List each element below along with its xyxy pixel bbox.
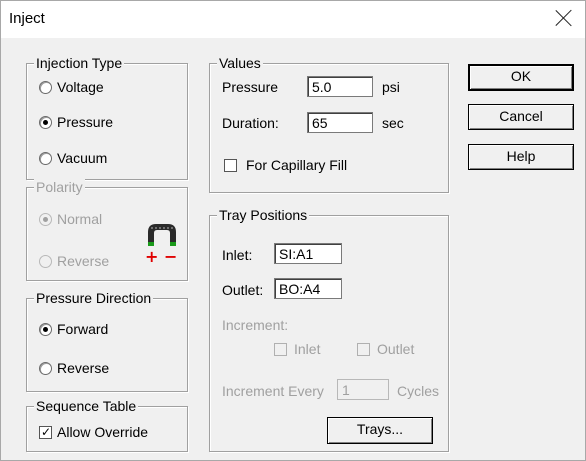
pressure-unit: psi xyxy=(382,79,400,95)
radio-forward-label: Forward xyxy=(57,321,109,337)
duration-unit: sec xyxy=(382,115,404,131)
duration-label: Duration: xyxy=(222,115,279,131)
radio-voltage-label: Voltage xyxy=(57,79,104,95)
polarity-group: Polarity Normal Reverse + − xyxy=(26,178,188,281)
pressure-input[interactable]: 5.0 xyxy=(307,76,373,97)
radio-selected-dot xyxy=(43,217,48,222)
increment-outlet-label: Outlet xyxy=(377,341,415,357)
radio-selected-dot xyxy=(43,120,48,125)
outlet-label: Outlet: xyxy=(222,282,264,298)
increment-label: Increment: xyxy=(222,317,289,333)
polarity-legend: Polarity xyxy=(34,178,85,196)
radio-polarity-reverse-label: Reverse xyxy=(57,253,110,269)
inject-dialog: Inject Injection Type Voltage Pressure V… xyxy=(0,0,586,461)
trays-button[interactable]: Trays... xyxy=(327,417,433,444)
radio-vacuum-circle[interactable] xyxy=(39,152,52,165)
sequence-table-group: Sequence Table ✓ Allow Override xyxy=(26,397,188,452)
radio-pressure-circle[interactable] xyxy=(39,116,52,129)
increment-outlet-box[interactable] xyxy=(357,343,370,356)
pressure-label: Pressure xyxy=(222,79,279,95)
cycles-label: Cycles xyxy=(397,383,440,399)
tray-positions-legend: Tray Positions xyxy=(217,206,310,224)
close-icon[interactable] xyxy=(553,7,575,29)
radio-polarity-reverse-circle[interactable] xyxy=(39,255,52,268)
inlet-label: Inlet: xyxy=(222,247,253,263)
inlet-input[interactable]: SI:A1 xyxy=(274,243,342,264)
ok-button[interactable]: OK xyxy=(468,64,574,91)
title-bar: Inject xyxy=(1,1,585,38)
tray-positions-group: Tray Positions Inlet: SI:A1 Outlet: BO:A… xyxy=(209,206,449,452)
dialog-title: Inject xyxy=(9,10,45,27)
sequence-table-legend: Sequence Table xyxy=(34,397,139,415)
allow-override-label: Allow Override xyxy=(57,424,149,440)
radio-voltage-circle[interactable] xyxy=(39,81,52,94)
increment-inlet-label: Inlet xyxy=(294,341,321,357)
radio-vacuum-label: Vacuum xyxy=(57,150,108,166)
radio-direction-reverse-circle[interactable] xyxy=(39,362,52,375)
radio-normal-label: Normal xyxy=(57,211,103,227)
increment-every-label: Increment Every xyxy=(222,383,324,399)
values-legend: Values xyxy=(217,54,263,72)
radio-pressure-label: Pressure xyxy=(57,114,114,130)
injection-type-group: Injection Type Voltage Pressure Vacuum xyxy=(26,54,188,180)
duration-input[interactable]: 65 xyxy=(307,112,373,133)
increment-every-input[interactable]: 1 xyxy=(337,379,389,400)
radio-selected-dot xyxy=(43,327,48,332)
pressure-direction-legend: Pressure Direction xyxy=(34,289,154,307)
outlet-input[interactable]: BO:A4 xyxy=(274,278,342,299)
pressure-direction-group: Pressure Direction Forward Reverse xyxy=(26,289,188,392)
checkmark-icon: ✓ xyxy=(41,425,52,439)
values-group: Values Pressure 5.0 psi Duration: 65 sec… xyxy=(209,54,449,193)
capillary-fill-box[interactable] xyxy=(224,159,237,172)
increment-inlet-box[interactable] xyxy=(274,343,287,356)
help-button[interactable]: Help xyxy=(468,144,574,170)
cancel-button[interactable]: Cancel xyxy=(468,104,574,130)
injection-type-legend: Injection Type xyxy=(34,54,125,72)
radio-normal-circle[interactable] xyxy=(39,213,52,226)
capillary-fill-label: For Capillary Fill xyxy=(246,157,348,173)
allow-override-box[interactable]: ✓ xyxy=(39,426,52,439)
plus-sign: + xyxy=(145,247,159,266)
radio-direction-reverse-label: Reverse xyxy=(57,360,110,376)
radio-forward-circle[interactable] xyxy=(39,323,52,336)
minus-sign: − xyxy=(164,247,178,266)
